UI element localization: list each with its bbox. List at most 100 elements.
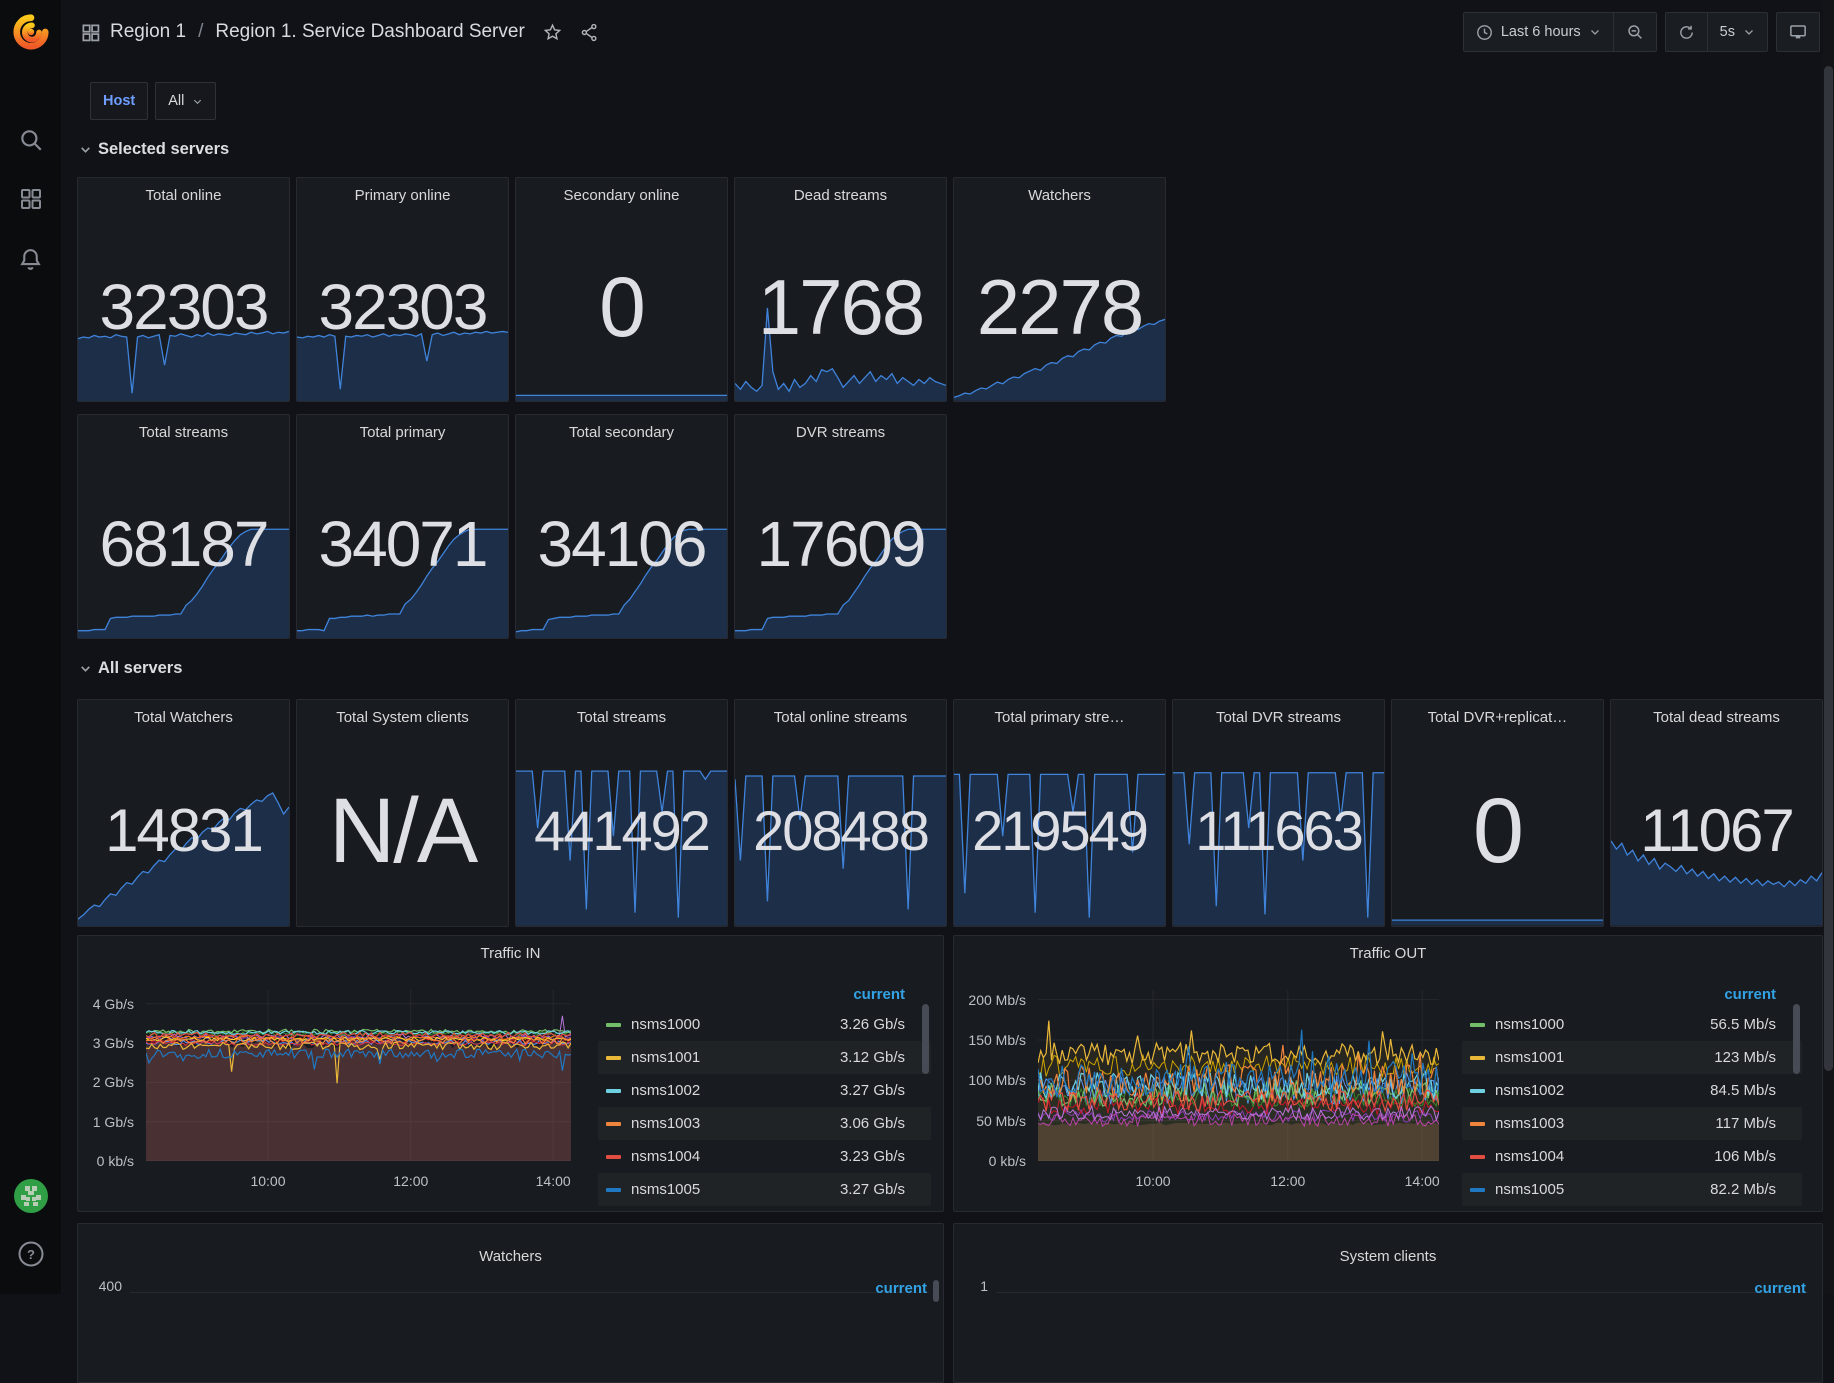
help-icon[interactable]: ? <box>0 1240 61 1268</box>
axis-tick: 0 kb/s <box>97 1153 134 1169</box>
panel-system-clients-graph: System clients 1 current <box>953 1223 1823 1383</box>
legend-series-name[interactable]: nsms1005 <box>631 1181 840 1198</box>
panel-title[interactable]: Traffic OUT <box>954 945 1822 962</box>
share-icon[interactable] <box>580 23 599 42</box>
legend-row: nsms10003.26 Gb/s <box>598 1008 931 1041</box>
traffic-in-legend: currentnsms10003.26 Gb/snsms10013.12 Gb/… <box>598 986 931 1207</box>
legend-series-name[interactable]: nsms1004 <box>631 1148 840 1165</box>
zoom-out-icon <box>1626 23 1644 41</box>
axis-tick: 12:00 <box>1270 1173 1305 1189</box>
panel-title[interactable]: Total streams <box>516 709 727 726</box>
alerting-bell-icon[interactable] <box>0 247 61 272</box>
axis-tick: 2 Gb/s <box>93 1074 134 1090</box>
legend-row: nsms10013.12 Gb/s <box>598 1041 931 1074</box>
legend-series-name[interactable]: nsms1001 <box>1495 1049 1714 1066</box>
top-navbar: Region 1 / Region 1. Service Dashboard S… <box>61 0 1834 64</box>
legend-scrollbar[interactable] <box>1793 1004 1800 1074</box>
panel-title[interactable]: Total Watchers <box>78 709 289 726</box>
panel-title[interactable]: Traffic IN <box>78 945 943 962</box>
legend-series-name[interactable]: nsms1002 <box>1495 1082 1710 1099</box>
legend-swatch <box>606 1155 621 1159</box>
axis-tick: 50 Mb/s <box>976 1113 1026 1129</box>
panel-title[interactable]: Total DVR+replicat… <box>1392 709 1603 726</box>
time-picker-group: Last 6 hours <box>1463 12 1657 52</box>
axis-tick: 12:00 <box>393 1173 428 1189</box>
panel-title[interactable]: Watchers <box>78 1248 943 1265</box>
breadcrumb-folder[interactable]: Region 1 <box>110 21 186 43</box>
legend-series-name[interactable]: nsms1004 <box>1495 1148 1714 1165</box>
variable-label-host[interactable]: Host <box>90 82 148 120</box>
legend-row: nsms1004106 Mb/s <box>1462 1140 1802 1173</box>
legend-scrollbar[interactable] <box>933 1280 939 1302</box>
panel-title[interactable]: Total streams <box>78 424 289 441</box>
legend-current-header[interactable]: current <box>1462 986 1802 1008</box>
refresh-interval-picker[interactable]: 5s <box>1707 13 1767 51</box>
search-icon[interactable] <box>0 127 61 153</box>
stat-value: 441492 <box>516 803 727 859</box>
panel-title[interactable]: Total System clients <box>297 709 508 726</box>
panel-title[interactable]: Total online streams <box>735 709 946 726</box>
legend-swatch <box>1470 1023 1485 1027</box>
legend-scrollbar[interactable] <box>922 1004 929 1074</box>
tv-mode-button[interactable] <box>1777 13 1819 51</box>
panel-title[interactable]: Total DVR streams <box>1173 709 1384 726</box>
panel-title[interactable]: Total primary <box>297 424 508 441</box>
stat-value: 32303 <box>78 275 289 339</box>
stat-value: 1768 <box>735 268 946 346</box>
zoom-out-button[interactable] <box>1613 13 1656 51</box>
star-icon[interactable] <box>543 23 562 42</box>
axis-tick: 10:00 <box>1136 1173 1171 1189</box>
stat-value: 68187 <box>78 512 289 576</box>
legend-series-name[interactable]: nsms1001 <box>631 1049 840 1066</box>
legend-series-name[interactable]: nsms1000 <box>631 1016 840 1033</box>
breadcrumb-dashboard-title[interactable]: Region 1. Service Dashboard Server <box>215 21 524 43</box>
user-avatar[interactable] <box>0 1178 61 1214</box>
panel-title[interactable]: DVR streams <box>735 424 946 441</box>
legend-series-name[interactable]: nsms1005 <box>1495 1181 1710 1198</box>
panel-title[interactable]: Total primary stre… <box>954 709 1165 726</box>
variable-value-dropdown[interactable]: All <box>155 82 216 120</box>
grafana-logo[interactable] <box>0 12 61 52</box>
chevron-down-icon <box>192 96 203 107</box>
panel-title[interactable]: Watchers <box>954 187 1165 204</box>
panel-title[interactable]: Total online <box>78 187 289 204</box>
legend-series-name[interactable]: nsms1003 <box>1495 1115 1715 1132</box>
dashboards-grid-icon[interactable] <box>0 187 61 211</box>
time-range-picker[interactable]: Last 6 hours <box>1464 13 1613 51</box>
axis-tick: 14:00 <box>1405 1173 1440 1189</box>
view-mode-group <box>1776 12 1820 52</box>
legend-current-header[interactable]: current <box>875 1280 927 1297</box>
refresh-button[interactable] <box>1666 13 1707 51</box>
legend-swatch <box>1470 1122 1485 1126</box>
legend-current-header[interactable]: current <box>1754 1280 1806 1297</box>
traffic-row: Traffic IN 4 Gb/s3 Gb/s2 Gb/s1 Gb/s0 kb/… <box>77 935 1823 1212</box>
stat-panel-primary-online: Primary online 32303 <box>296 177 509 402</box>
panel-title[interactable]: Total dead streams <box>1611 709 1822 726</box>
main-area: Region 1 / Region 1. Service Dashboard S… <box>61 0 1834 1294</box>
panel-title[interactable]: Primary online <box>297 187 508 204</box>
stat-panel-total-online: Total online 32303 <box>77 177 290 402</box>
row-header-all-servers[interactable]: All servers <box>79 655 1823 681</box>
panel-title[interactable]: Total secondary <box>516 424 727 441</box>
legend-current-value: 3.27 Gb/s <box>840 1082 905 1099</box>
panel-title[interactable]: Dead streams <box>735 187 946 204</box>
legend-current-header[interactable]: current <box>598 986 931 1008</box>
stat-value: 14831 <box>78 801 289 861</box>
stat-panel-total-system-clients: Total System clients N/A <box>296 699 509 927</box>
stat-panel-watchers: Watchers 2278 <box>953 177 1166 402</box>
page-scrollbar-thumb[interactable] <box>1824 66 1833 1071</box>
legend-series-name[interactable]: nsms1003 <box>631 1115 840 1132</box>
stat-value: N/A <box>297 785 508 877</box>
panel-title[interactable]: System clients <box>954 1248 1822 1265</box>
stat-value: 2278 <box>954 268 1165 346</box>
legend-row: nsms10043.23 Gb/s <box>598 1140 931 1173</box>
row-header-selected-servers[interactable]: Selected servers <box>79 136 1823 162</box>
legend-series-name[interactable]: nsms1000 <box>1495 1016 1710 1033</box>
panel-title[interactable]: Secondary online <box>516 187 727 204</box>
legend-swatch <box>1470 1056 1485 1060</box>
stat-panel-dead-streams: Dead streams 1768 <box>734 177 947 402</box>
legend-series-name[interactable]: nsms1002 <box>631 1082 840 1099</box>
section-title: All servers <box>98 659 182 678</box>
axis-tick: 10:00 <box>250 1173 285 1189</box>
axis-tick: 0 kb/s <box>989 1153 1026 1169</box>
